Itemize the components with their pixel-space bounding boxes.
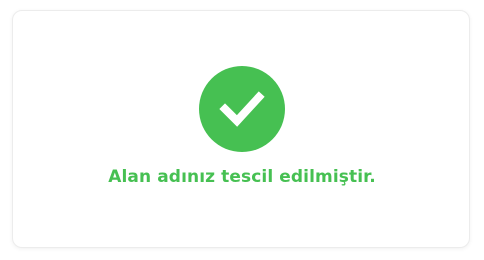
check-circle-icon [199,66,285,152]
success-message: Alan adınız tescil edilmiştir. [108,167,376,187]
checkmark-glyph [219,91,265,127]
